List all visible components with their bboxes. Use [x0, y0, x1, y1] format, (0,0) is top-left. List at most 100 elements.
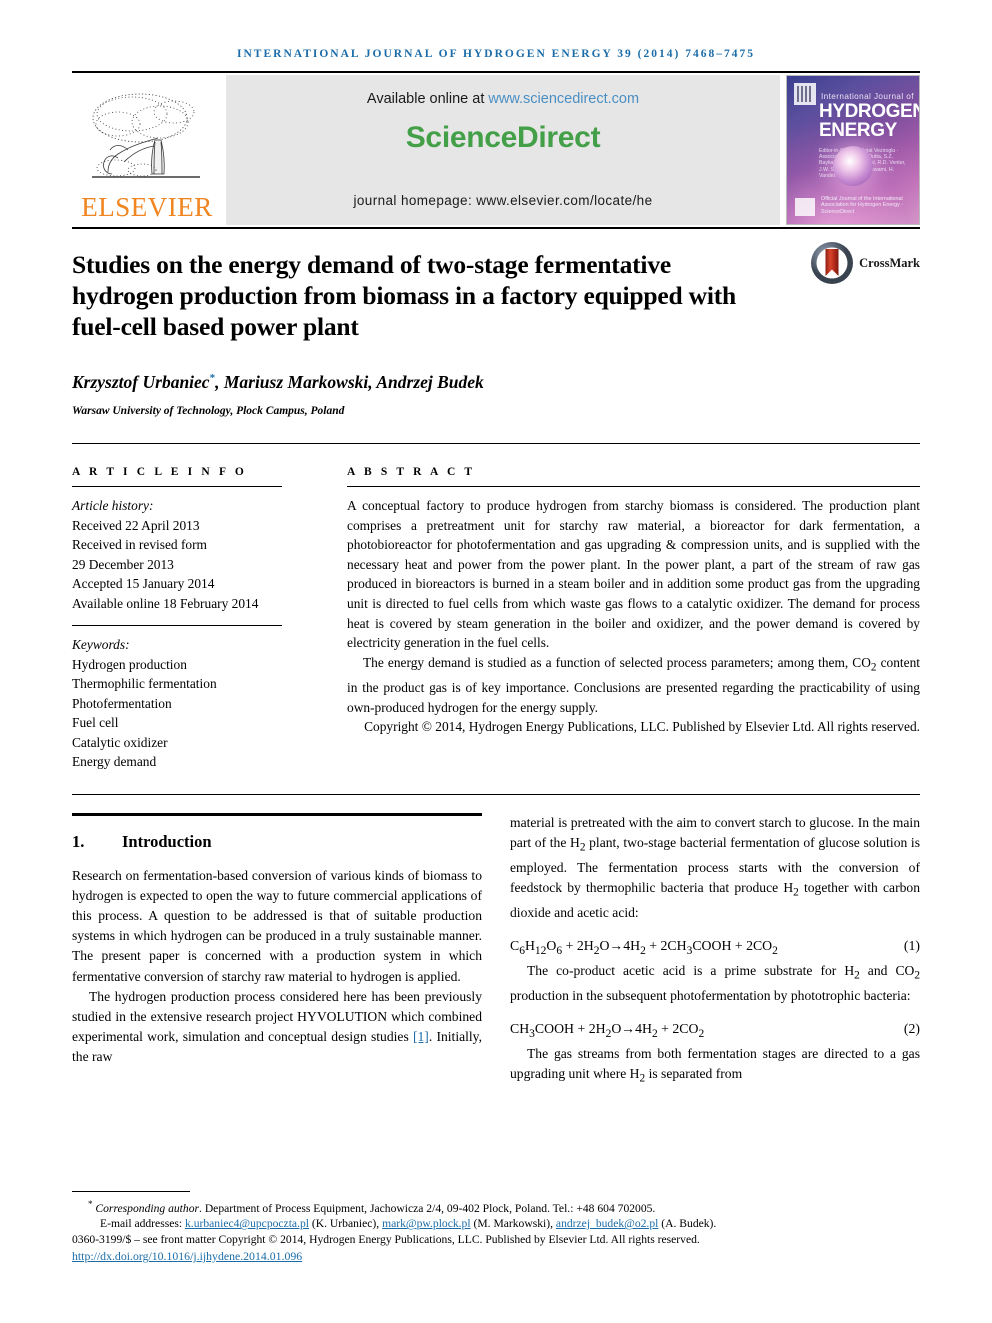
right-p2-part-a: The co-product acetic acid is a prime su… — [527, 962, 855, 978]
body-right-column: material is pretreated with the aim to c… — [510, 813, 920, 1089]
cover-footer-text: Official Journal of the International As… — [821, 195, 904, 215]
section-heading-introduction: 1. Introduction — [72, 832, 482, 852]
elsevier-wordmark: ELSEVIER — [81, 192, 213, 222]
keyword-item: Thermophilic fermentation — [72, 676, 217, 691]
affiliation: Warsaw University of Technology, Plock C… — [72, 405, 345, 417]
email-addresses-line: E-mail addresses: k.urbaniec4@upcpoczta.… — [72, 1216, 920, 1231]
cover-elsevier-mark-icon — [794, 83, 816, 105]
journal-homepage-line[interactable]: journal homepage: www.elsevier.com/locat… — [353, 193, 652, 208]
elsevier-tree-icon — [92, 93, 200, 178]
author-first: Krzysztof Urbaniec — [72, 372, 210, 392]
abstract-copyright-text: Copyright © 2014, Hydrogen Energy Public… — [364, 719, 920, 735]
info-abstract-section: A R T I C L E I N F O Article history: R… — [72, 466, 920, 772]
right-p2-sub2: 2 — [914, 969, 920, 982]
keyword-item: Fuel cell — [72, 715, 119, 730]
running-head-rule — [72, 71, 920, 73]
equation-1: C6H12O6 + 2H2O→4H2 + 2CH3COOH + 2CO2 — [510, 937, 778, 957]
sciencedirect-wordmark: ScienceDirect — [405, 121, 601, 154]
cover-footer-mark-icon — [795, 198, 815, 216]
section-title: Introduction — [122, 831, 212, 851]
article-history-item: Received 22 April 2013 — [72, 517, 200, 533]
email-name-2: (M. Markowski), — [470, 1217, 556, 1231]
email-link-budek[interactable]: andrzej_budek@o2.pl — [556, 1217, 658, 1230]
body-paragraph: The hydrogen production process consider… — [72, 987, 482, 1068]
crossmark-label: CrossMark — [859, 255, 920, 270]
reference-link-1[interactable]: [1] — [413, 1029, 429, 1044]
section-number: 1. — [72, 831, 85, 851]
two-column-body: 1. Introduction Research on fermentation… — [72, 812, 920, 1089]
equation-1-row: C6H12O6 + 2H2O→4H2 + 2CH3COOH + 2CO2 (1) — [510, 938, 920, 957]
abstract-paragraph: A conceptual factory to produce hydrogen… — [347, 498, 920, 651]
abstract-rule — [347, 486, 920, 487]
running-head: INTERNATIONAL JOURNAL OF HYDROGEN ENERGY… — [237, 48, 755, 60]
body-section: 1. Introduction Research on fermentation… — [72, 812, 920, 1089]
cover-title: HYDROGEN ENERGY — [819, 101, 920, 141]
doi-link[interactable]: http://dx.doi.org/10.1016/j.ijhydene.201… — [72, 1249, 302, 1263]
body-paragraph: The gas streams from both fermentation s… — [510, 1044, 920, 1089]
crossmark-badge[interactable]: CrossMark — [810, 241, 920, 285]
crossmark-icon — [810, 241, 854, 285]
section-heavy-rule — [72, 812, 482, 816]
available-online-line: Available online at www.sciencedirect.co… — [367, 91, 639, 107]
abstract-paragraph: The energy demand is studied as a functi… — [347, 653, 920, 717]
body-left-column: 1. Introduction Research on fermentation… — [72, 812, 482, 1089]
keywords-label: Keywords: — [72, 637, 130, 652]
article-history-item: Available online 18 February 2014 — [72, 595, 259, 611]
sciencedirect-url-link[interactable]: www.sciencedirect.com — [488, 91, 639, 107]
article-history-label: Article history: — [72, 498, 154, 513]
author-list: Krzysztof Urbaniec*, Mariusz Markowski, … — [72, 372, 920, 393]
abstract-heading: A B S T R A C T — [347, 466, 476, 478]
masthead: ELSEVIER Available online at www.science… — [72, 75, 920, 225]
equation-2-number: (2) — [903, 1020, 920, 1036]
corresponding-label: Corresponding author — [95, 1201, 200, 1215]
body-paragraph: The co-product acetic acid is a prime su… — [510, 961, 920, 1006]
cover-top-line: International Journal of — [821, 92, 914, 101]
page-title: Studies on the energy demand of two-stag… — [72, 250, 737, 341]
right-p2-part-c: production in the subsequent photofermen… — [510, 987, 911, 1003]
article-history-item: 29 December 2013 — [72, 556, 174, 572]
cover-title-line2: ENERGY — [819, 120, 897, 141]
title-rule — [72, 443, 920, 444]
paper-page: INTERNATIONAL JOURNAL OF HYDROGEN ENERGY… — [0, 0, 992, 1323]
article-info-heading: A R T I C L E I N F O — [72, 466, 247, 478]
article-info-rule — [72, 486, 282, 487]
abstract-column: A B S T R A C T A conceptual factory to … — [302, 466, 920, 772]
article-history-item: Accepted 15 January 2014 — [72, 576, 215, 591]
keyword-item: Catalytic oxidizer — [72, 734, 168, 750]
title-block: CrossMark Studies on the energy demand o… — [72, 229, 920, 417]
article-info-column: A R T I C L E I N F O Article history: R… — [72, 466, 302, 772]
corresponding-details: . Department of Process Equipment, Jacho… — [199, 1201, 656, 1215]
info-abstract-bottom-rule — [72, 793, 920, 795]
page-footer: * Corresponding author. Department of Pr… — [72, 1190, 920, 1265]
corresponding-marker: * — [88, 1198, 93, 1209]
footnote-rule — [72, 1190, 190, 1192]
right-p2-part-b: and CO — [859, 962, 915, 978]
equation-2-row: CH3COOH + 2H2O→4H2 + 2CO2 (2) — [510, 1021, 920, 1040]
body-paragraph: material is pretreated with the aim to c… — [510, 813, 920, 923]
sciencedirect-banner: Available online at www.sciencedirect.co… — [226, 75, 780, 225]
abstract-copyright: Copyright © 2014, Hydrogen Energy Public… — [347, 717, 920, 737]
keyword-item: Hydrogen production — [72, 656, 187, 672]
keyword-item: Energy demand — [72, 754, 157, 769]
email-link-markowski[interactable]: mark@pw.plock.pl — [382, 1217, 471, 1230]
body-paragraph: Research on fermentation-based conversio… — [72, 867, 482, 984]
available-online-prefix: Available online at — [366, 91, 489, 107]
right-p3-part-b: is separated from — [645, 1065, 743, 1081]
email-name-1: (K. Urbaniec), — [309, 1217, 383, 1231]
cover-title-line1: HYDROGEN — [819, 101, 920, 122]
keyword-item: Photofermentation — [72, 695, 172, 711]
issn-copyright-line: 0360-3199/$ – see front matter Copyright… — [72, 1232, 700, 1246]
abstract-p2-part-a: The energy demand is studied as a functi… — [363, 654, 871, 670]
equation-2: CH3COOH + 2H2O→4H2 + 2CO2 — [510, 1020, 705, 1040]
cover-orb-graphic — [833, 146, 873, 187]
email-link-urbaniec[interactable]: k.urbaniec4@upcpoczta.pl — [185, 1217, 309, 1230]
corresponding-author-line: * Corresponding author. Department of Pr… — [72, 1197, 920, 1216]
elsevier-logo: ELSEVIER — [72, 75, 222, 225]
email-name-3: (A. Budek). — [658, 1217, 717, 1231]
keywords-rule — [72, 625, 282, 626]
equation-1-number: (1) — [903, 937, 920, 953]
email-label: E-mail addresses: — [100, 1217, 185, 1231]
author-rest: , Mariusz Markowski, Andrzej Budek — [215, 372, 484, 392]
article-history-item: Received in revised form — [72, 537, 207, 552]
journal-cover-image: International Journal of HYDROGEN ENERGY… — [786, 75, 920, 225]
